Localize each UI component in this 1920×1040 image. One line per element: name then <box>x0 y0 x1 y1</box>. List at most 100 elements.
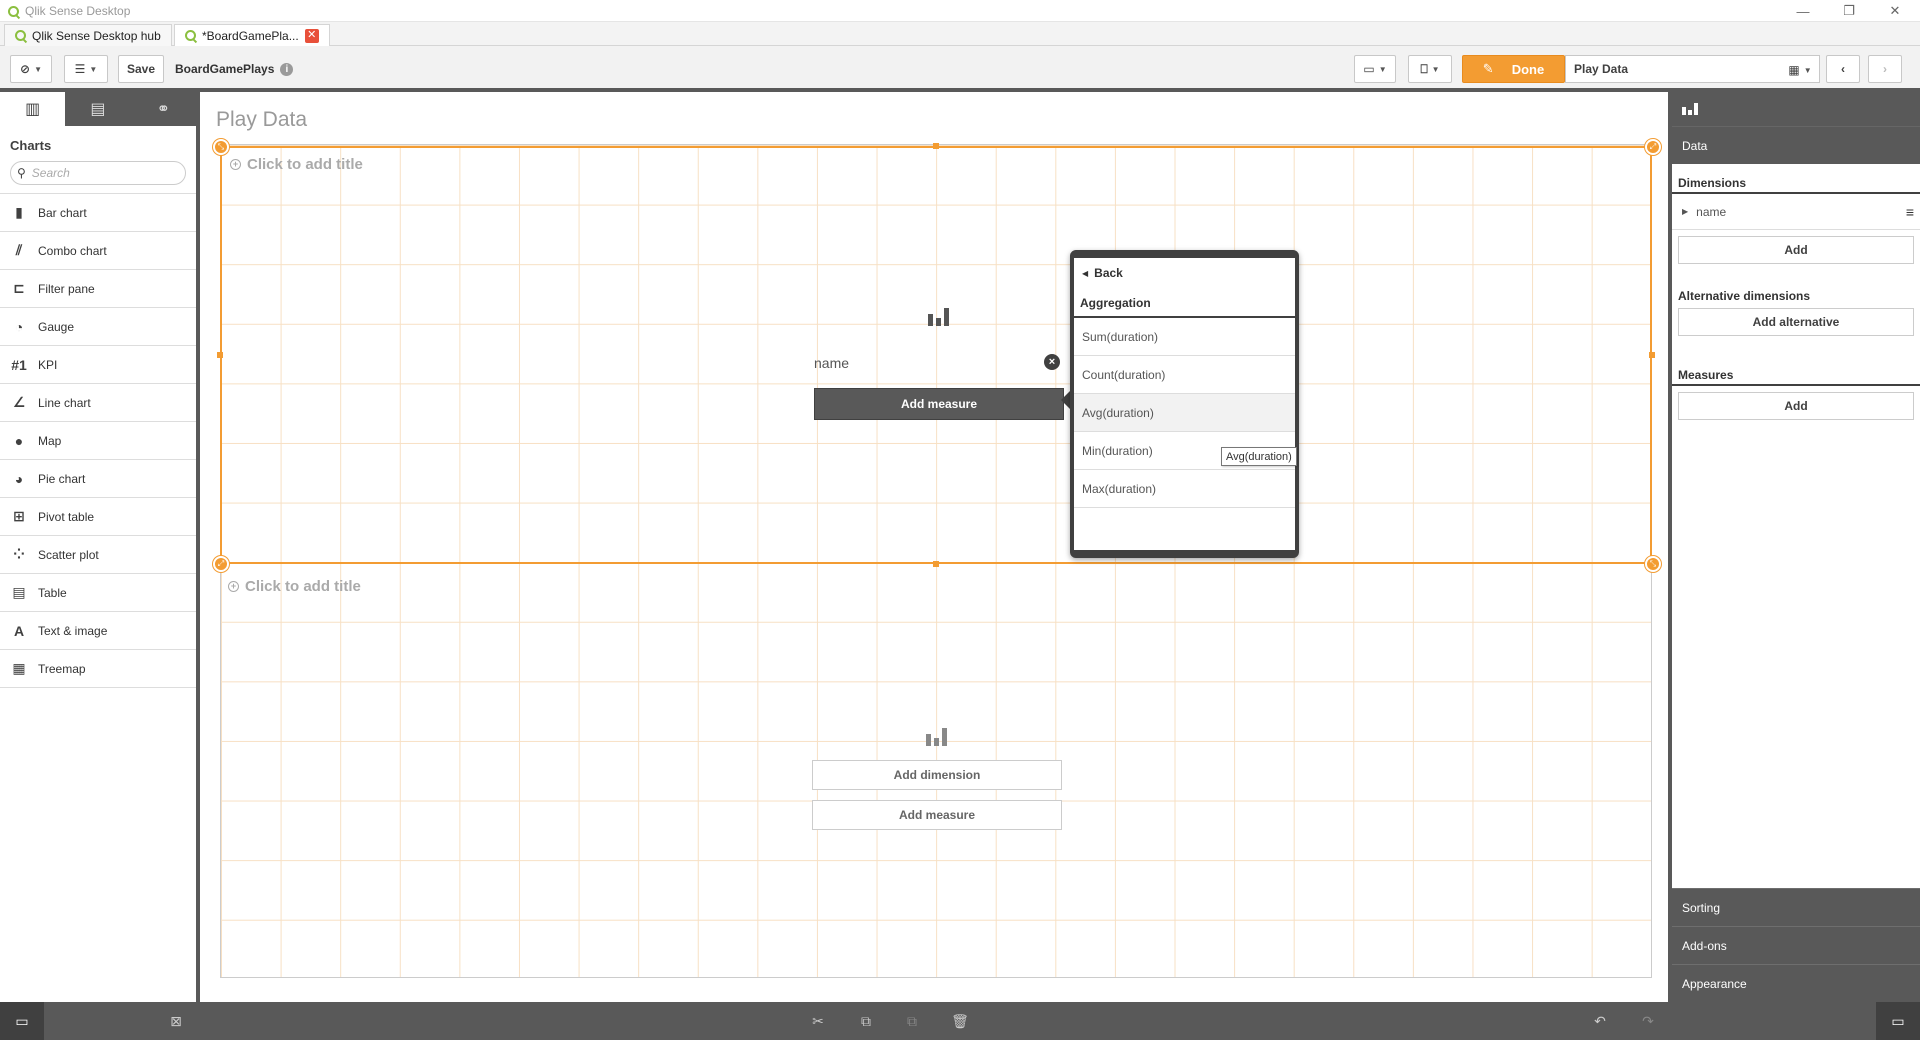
section-add-ons[interactable]: Add-ons <box>1672 926 1920 964</box>
dimension-item[interactable]: ▶ name ≡ <box>1672 194 1920 230</box>
restore-button[interactable]: ❐ <box>1826 0 1872 22</box>
chart-item-treemap[interactable]: ▦ Treemap <box>0 650 196 688</box>
aggregation-option[interactable]: Max(duration) <box>1074 470 1295 508</box>
chart-item-table[interactable]: ▤ Table <box>0 574 196 612</box>
sheet-title[interactable]: Play Data <box>216 108 307 132</box>
section-sorting[interactable]: Sorting <box>1672 888 1920 926</box>
close-window-button[interactable]: ✕ <box>1872 0 1918 22</box>
done-label: Done <box>1511 61 1545 77</box>
tab-hub[interactable]: Qlik Sense Desktop hub <box>4 24 172 46</box>
scatter-plot-icon: ⁘ <box>13 546 25 562</box>
copy-icon[interactable]: ⧉ <box>856 1012 876 1030</box>
minimize-button[interactable]: — <box>1780 0 1826 22</box>
chart-item-text-image[interactable]: A Text & image <box>0 612 196 650</box>
object-title[interactable]: + Click to add title <box>228 578 361 595</box>
expand-icon: ▶ <box>1682 207 1689 216</box>
remove-dimension-icon[interactable]: × <box>1044 354 1060 370</box>
compass-icon: ⊘ <box>20 62 31 76</box>
chart-item-combo-chart[interactable]: ⫽ Combo chart <box>0 232 196 270</box>
info-icon[interactable]: i <box>280 62 294 76</box>
story-button[interactable]: ▭ ▼ <box>1354 55 1396 83</box>
tab-master-items[interactable]: ⚭ <box>131 92 196 126</box>
tooltip: Avg(duration) <box>1221 447 1297 466</box>
chart-item-label: Map <box>38 433 62 448</box>
close-tab-icon[interactable]: ✕ <box>304 28 319 43</box>
fields-icon: ▤ <box>90 101 106 118</box>
edge-handle[interactable] <box>933 143 939 149</box>
aggregation-option[interactable]: Count(duration) <box>1074 356 1295 394</box>
add-measure-button[interactable]: Add measure <box>814 388 1064 420</box>
sheets-overview-button[interactable]: ▦ ▼ <box>1780 56 1820 84</box>
chart-item-map[interactable]: ● Map <box>0 422 196 460</box>
app-name-text: BoardGamePlays <box>175 62 275 76</box>
chart-item-label: Treemap <box>38 661 86 676</box>
chevron-left-icon: ‹ <box>1841 62 1845 76</box>
drag-handle-icon[interactable]: ≡ <box>1906 204 1914 220</box>
chart-item-pivot-table[interactable]: ⊞ Pivot table <box>0 498 196 536</box>
redo-icon[interactable]: ↷ <box>1638 1012 1658 1030</box>
toggle-properties-panel-button[interactable]: ▭ <box>1876 1002 1920 1040</box>
add-alternative-button[interactable]: Add alternative <box>1678 308 1914 336</box>
gauge-icon: ◔ <box>14 318 24 335</box>
undo-icon[interactable]: ↶ <box>1590 1012 1610 1030</box>
chart-item-bar-chart[interactable]: ▮ Bar chart <box>0 194 196 232</box>
window-titlebar: Qlik Sense Desktop — ❐ ✕ <box>0 0 1920 22</box>
chart-item-label: Filter pane <box>38 281 95 296</box>
dimension-label: name <box>814 355 850 371</box>
edge-handle[interactable] <box>217 352 223 358</box>
aggregation-option[interactable]: Avg(duration) <box>1074 394 1295 432</box>
object-title[interactable]: + Click to add title <box>230 156 363 173</box>
next-sheet-button[interactable]: › <box>1868 55 1902 83</box>
tab-app[interactable]: *BoardGamePla... ✕ <box>174 24 330 46</box>
table-icon: ▤ <box>12 584 26 600</box>
add-dimension-button[interactable]: Add dimension <box>812 760 1062 790</box>
delete-icon[interactable]: 🗑 <box>950 1012 970 1030</box>
chevron-down-icon: ▼ <box>1431 64 1440 74</box>
presentation-icon: ▭ <box>1363 62 1375 76</box>
add-measure-button[interactable]: Add measure <box>812 800 1062 830</box>
global-menu-button[interactable]: ☰ ▼ <box>64 55 108 83</box>
window-title: Qlik Sense Desktop <box>8 4 130 18</box>
toggle-assets-panel-button[interactable]: ▭ <box>0 1002 44 1040</box>
resize-handle-icon[interactable]: ⤡ <box>213 139 229 155</box>
navigation-menu-button[interactable]: ⊘ ▼ <box>10 55 52 83</box>
chart-item-label: Table <box>38 585 67 600</box>
cut-icon[interactable]: ✂ <box>808 1012 828 1030</box>
add-measure-button[interactable]: Add <box>1678 392 1914 420</box>
chart-object-empty[interactable]: + Click to add title Add dimension Add m… <box>220 570 1652 978</box>
tab-charts[interactable]: ▥ <box>0 92 66 126</box>
variables-icon[interactable]: ⊠ <box>166 1012 186 1030</box>
search-input[interactable]: ⚲ Search <box>10 161 186 185</box>
edge-handle[interactable] <box>1649 352 1655 358</box>
chart-item-filter-pane[interactable]: ⊏ Filter pane <box>0 270 196 308</box>
section-data[interactable]: Data <box>1672 126 1920 164</box>
back-button[interactable]: ◀ Back <box>1074 258 1295 288</box>
section-appearance[interactable]: Appearance <box>1672 964 1920 1002</box>
add-dimension-button[interactable]: Add <box>1678 236 1914 264</box>
chart-object-selected[interactable]: + Click to add title name × Add measure <box>220 146 1652 564</box>
aggregation-option[interactable]: Sum(duration) <box>1074 318 1295 356</box>
resize-handle-icon[interactable]: ⤢ <box>1645 139 1661 155</box>
chevron-down-icon: ▼ <box>1378 64 1387 74</box>
chart-item-pie-chart[interactable]: ◕ Pie chart <box>0 460 196 498</box>
paste-icon[interactable]: ⧉ <box>902 1012 922 1030</box>
tab-fields[interactable]: ▤ <box>65 92 130 126</box>
caret-left-icon: ◀ <box>1082 268 1089 278</box>
bottom-bar: ▭ ⊠ ✂ ⧉ ⧉ 🗑 ↶ ↷ ▭ <box>0 1002 1920 1040</box>
search-placeholder: Search <box>31 166 70 180</box>
qlik-logo-icon <box>185 30 196 41</box>
chart-item-kpi[interactable]: #1 KPI <box>0 346 196 384</box>
chart-item-label: Pie chart <box>38 471 86 486</box>
previous-sheet-button[interactable]: ‹ <box>1826 55 1860 83</box>
edge-handle[interactable] <box>933 561 939 567</box>
done-button[interactable]: ✎ Done <box>1462 55 1565 83</box>
dimensions-label: Dimensions <box>1672 174 1920 194</box>
chart-item-scatter-plot[interactable]: ⁘ Scatter plot <box>0 536 196 574</box>
save-button[interactable]: Save <box>118 55 164 83</box>
chart-item-line-chart[interactable]: ∠ Line chart <box>0 384 196 422</box>
chart-icon: ▥ <box>25 101 41 118</box>
kpi-icon: #1 <box>11 356 27 373</box>
bookmarks-button[interactable]: ⎕ ▼ <box>1408 55 1452 83</box>
chevron-down-icon: ▼ <box>1803 65 1812 75</box>
chart-item-gauge[interactable]: ◔ Gauge <box>0 308 196 346</box>
